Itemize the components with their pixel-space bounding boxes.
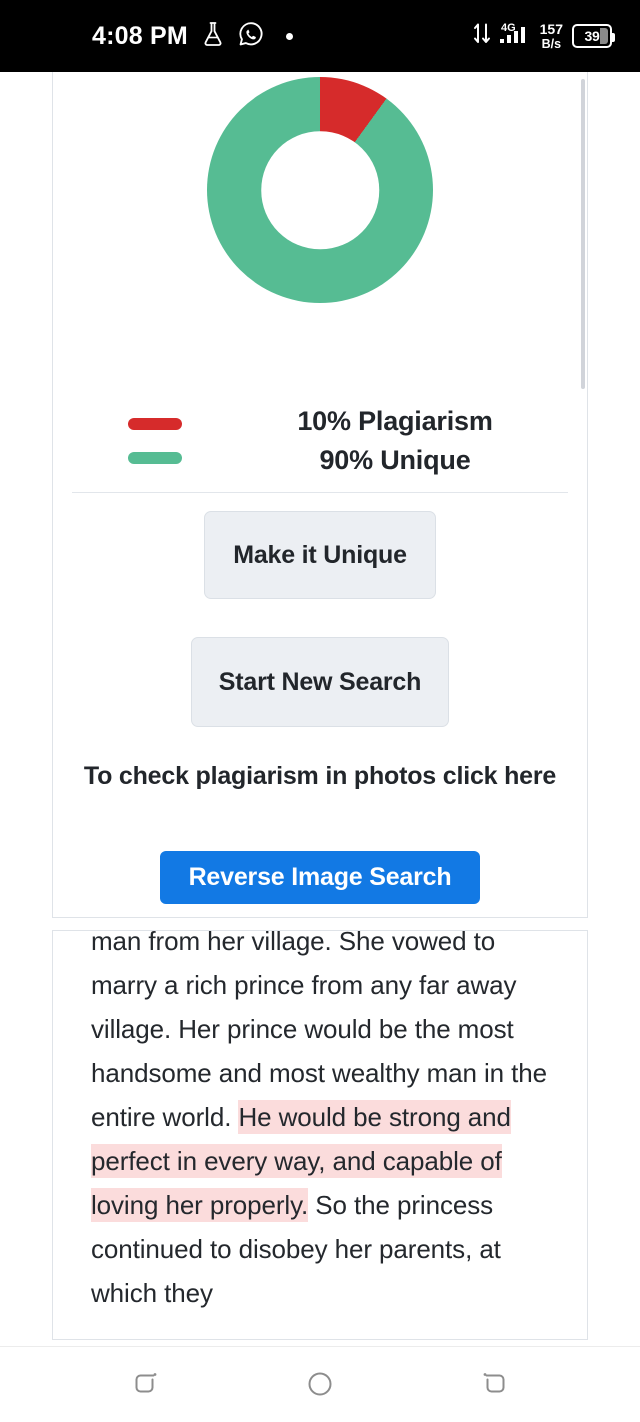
battery-fill — [600, 28, 608, 44]
home-icon[interactable] — [285, 1355, 355, 1415]
legend-swatches — [80, 418, 230, 465]
legend-label-unique: 90% Unique — [319, 444, 471, 475]
scroll-viewport[interactable]: 10% Plagiarism 90% Unique Make it Unique… — [0, 72, 640, 1346]
article-line-clipped: man from her village. She vowed to — [91, 930, 496, 956]
back-icon[interactable] — [458, 1355, 528, 1415]
legend-labels: 10% Plagiarism 90% Unique — [230, 406, 560, 477]
whatsapp-icon — [238, 21, 264, 52]
svg-text:4G: 4G — [501, 22, 516, 34]
plagiarism-result-card: 10% Plagiarism 90% Unique Make it Unique… — [52, 72, 588, 918]
reverse-image-search-row: Reverse Image Search — [53, 851, 587, 904]
battery-icon: 39 — [572, 24, 615, 48]
photo-plagiarism-prompt: To check plagiarism in photos click here — [83, 762, 557, 790]
flask-icon — [202, 21, 224, 52]
card-scrollbar[interactable] — [581, 79, 585, 389]
make-unique-row: Make it Unique — [53, 511, 587, 599]
card-divider — [72, 492, 568, 493]
battery-level-label: 39 — [584, 28, 600, 44]
legend-swatch-plagiarism — [128, 418, 182, 431]
network-speed-unit: B/s — [541, 36, 562, 51]
status-bar: 4:08 PM 4G 157 B/s 39 — [0, 0, 640, 72]
signal-4g-icon: 4G — [499, 20, 533, 53]
chart-legend: 10% Plagiarism 90% Unique — [53, 406, 587, 477]
data-transfer-icon — [472, 21, 492, 52]
donut-chart-hole — [261, 131, 379, 249]
make-it-unique-button[interactable]: Make it Unique — [204, 511, 436, 599]
article-text-card: man from her village. She vowed to marry… — [52, 930, 588, 1340]
status-bar-right: 4G 157 B/s 39 — [472, 20, 618, 53]
plagiarism-donut-chart — [53, 77, 587, 303]
start-new-search-button[interactable]: Start New Search — [191, 637, 449, 727]
dot-indicator — [285, 32, 293, 40]
legend-label-plagiarism: 10% Plagiarism — [297, 406, 493, 436]
status-bar-left: 4:08 PM — [22, 21, 293, 52]
status-bar-clock: 4:08 PM — [92, 21, 188, 50]
article-line-2: marry a rich prince from any far — [91, 970, 450, 1000]
start-new-search-row: Start New Search — [53, 637, 587, 727]
legend-swatch-unique — [128, 452, 182, 465]
recent-apps-icon[interactable] — [112, 1355, 182, 1415]
donut-chart-ring — [207, 77, 433, 303]
network-speed-value: 157 — [539, 20, 563, 37]
reverse-image-search-button[interactable]: Reverse Image Search — [160, 851, 480, 904]
article-paragraph: man from her village. She vowed to marry… — [91, 930, 563, 1315]
network-speed: 157 B/s — [540, 22, 563, 51]
android-nav-bar — [0, 1346, 640, 1422]
